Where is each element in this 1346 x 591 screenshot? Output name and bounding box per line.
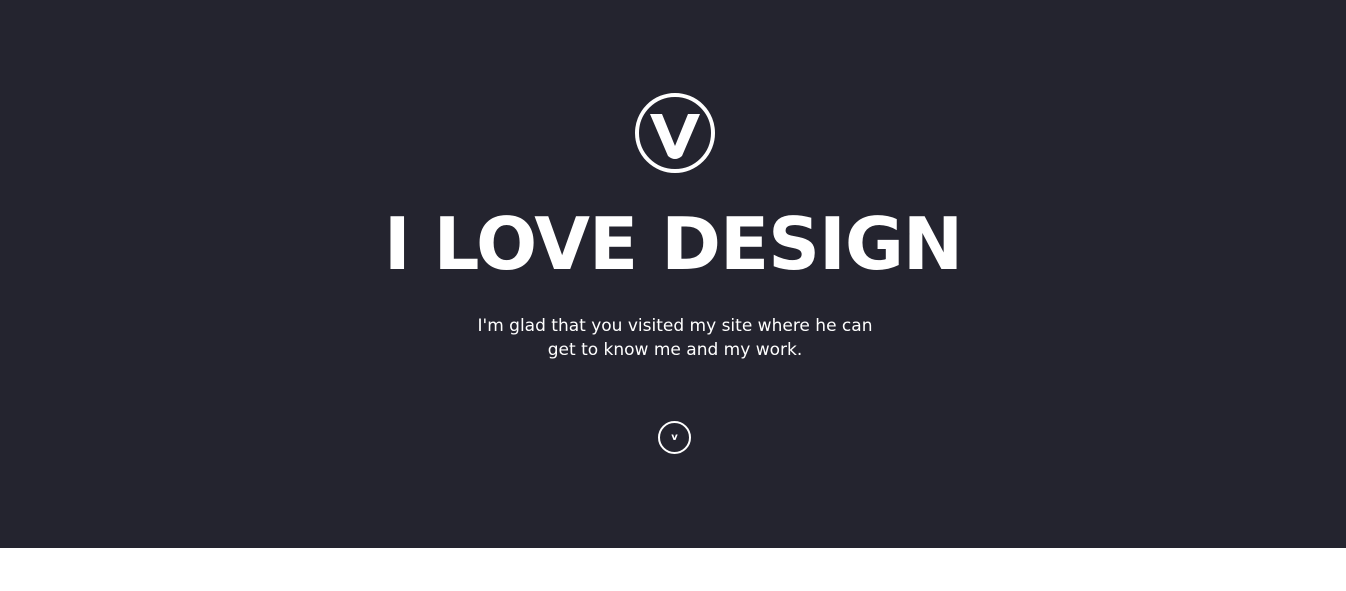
chevron-down-icon: v: [671, 432, 678, 443]
hero-headline: I LOVE DESIGN: [383, 202, 963, 286]
scroll-down-button[interactable]: v: [658, 421, 691, 454]
hero-tagline: I'm glad that you visited my site where …: [477, 316, 873, 360]
next-section: [0, 548, 1346, 591]
hero-section: I LOVE DESIGN I'm glad that you visited …: [0, 0, 1346, 548]
v-circle-logo-icon: [635, 93, 715, 173]
